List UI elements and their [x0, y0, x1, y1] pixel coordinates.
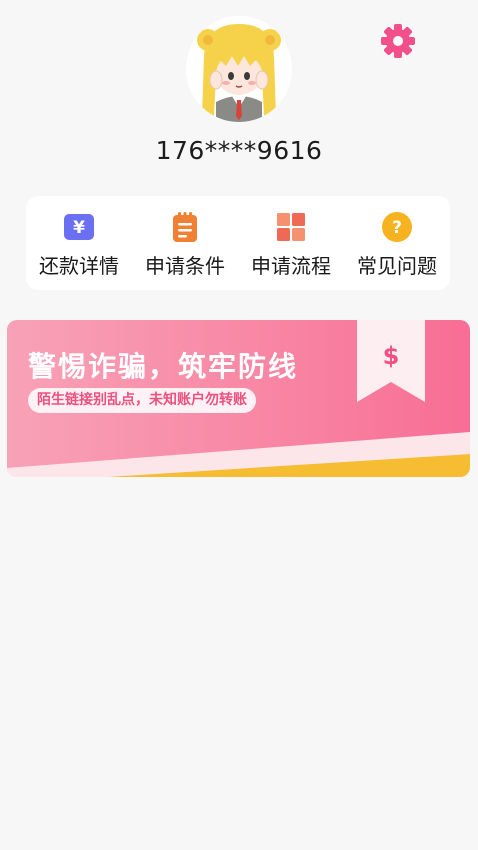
- phone-number: 176****9616: [155, 136, 323, 165]
- banner-title: 警惕诈骗，筑牢防线: [28, 350, 299, 383]
- settings-button[interactable]: [379, 22, 417, 60]
- yuan-icon: ¥: [64, 214, 94, 240]
- menu-label: 还款详情: [39, 254, 119, 278]
- dollar-icon: $: [383, 342, 400, 370]
- anti-fraud-banner[interactable]: $ 警惕诈骗，筑牢防线 陌生链接别乱点，未知账户勿转账: [7, 320, 470, 477]
- anime-girl-avatar: [186, 16, 292, 122]
- menu-item-conditions[interactable]: 申请条件: [132, 196, 238, 290]
- gear-icon: [381, 24, 415, 58]
- question-icon: ?: [382, 212, 412, 242]
- menu-item-faq[interactable]: ? 常见问题: [344, 196, 450, 290]
- menu-item-repayment[interactable]: ¥ 还款详情: [26, 196, 132, 290]
- menu-label: 申请流程: [251, 254, 331, 278]
- svg-text:?: ?: [392, 218, 402, 238]
- svg-text:¥: ¥: [73, 218, 85, 238]
- menu-card: ¥ 还款详情 申请条件 申请流程 ? 常见问题: [26, 196, 450, 290]
- menu-label: 常见问题: [357, 254, 437, 278]
- avatar[interactable]: [186, 16, 292, 122]
- banner-subtitle: 陌生链接别乱点，未知账户勿转账: [28, 388, 256, 413]
- menu-label: 申请条件: [145, 254, 225, 278]
- grid-icon: [277, 213, 305, 241]
- notepad-icon: [173, 212, 197, 242]
- menu-item-process[interactable]: 申请流程: [238, 196, 344, 290]
